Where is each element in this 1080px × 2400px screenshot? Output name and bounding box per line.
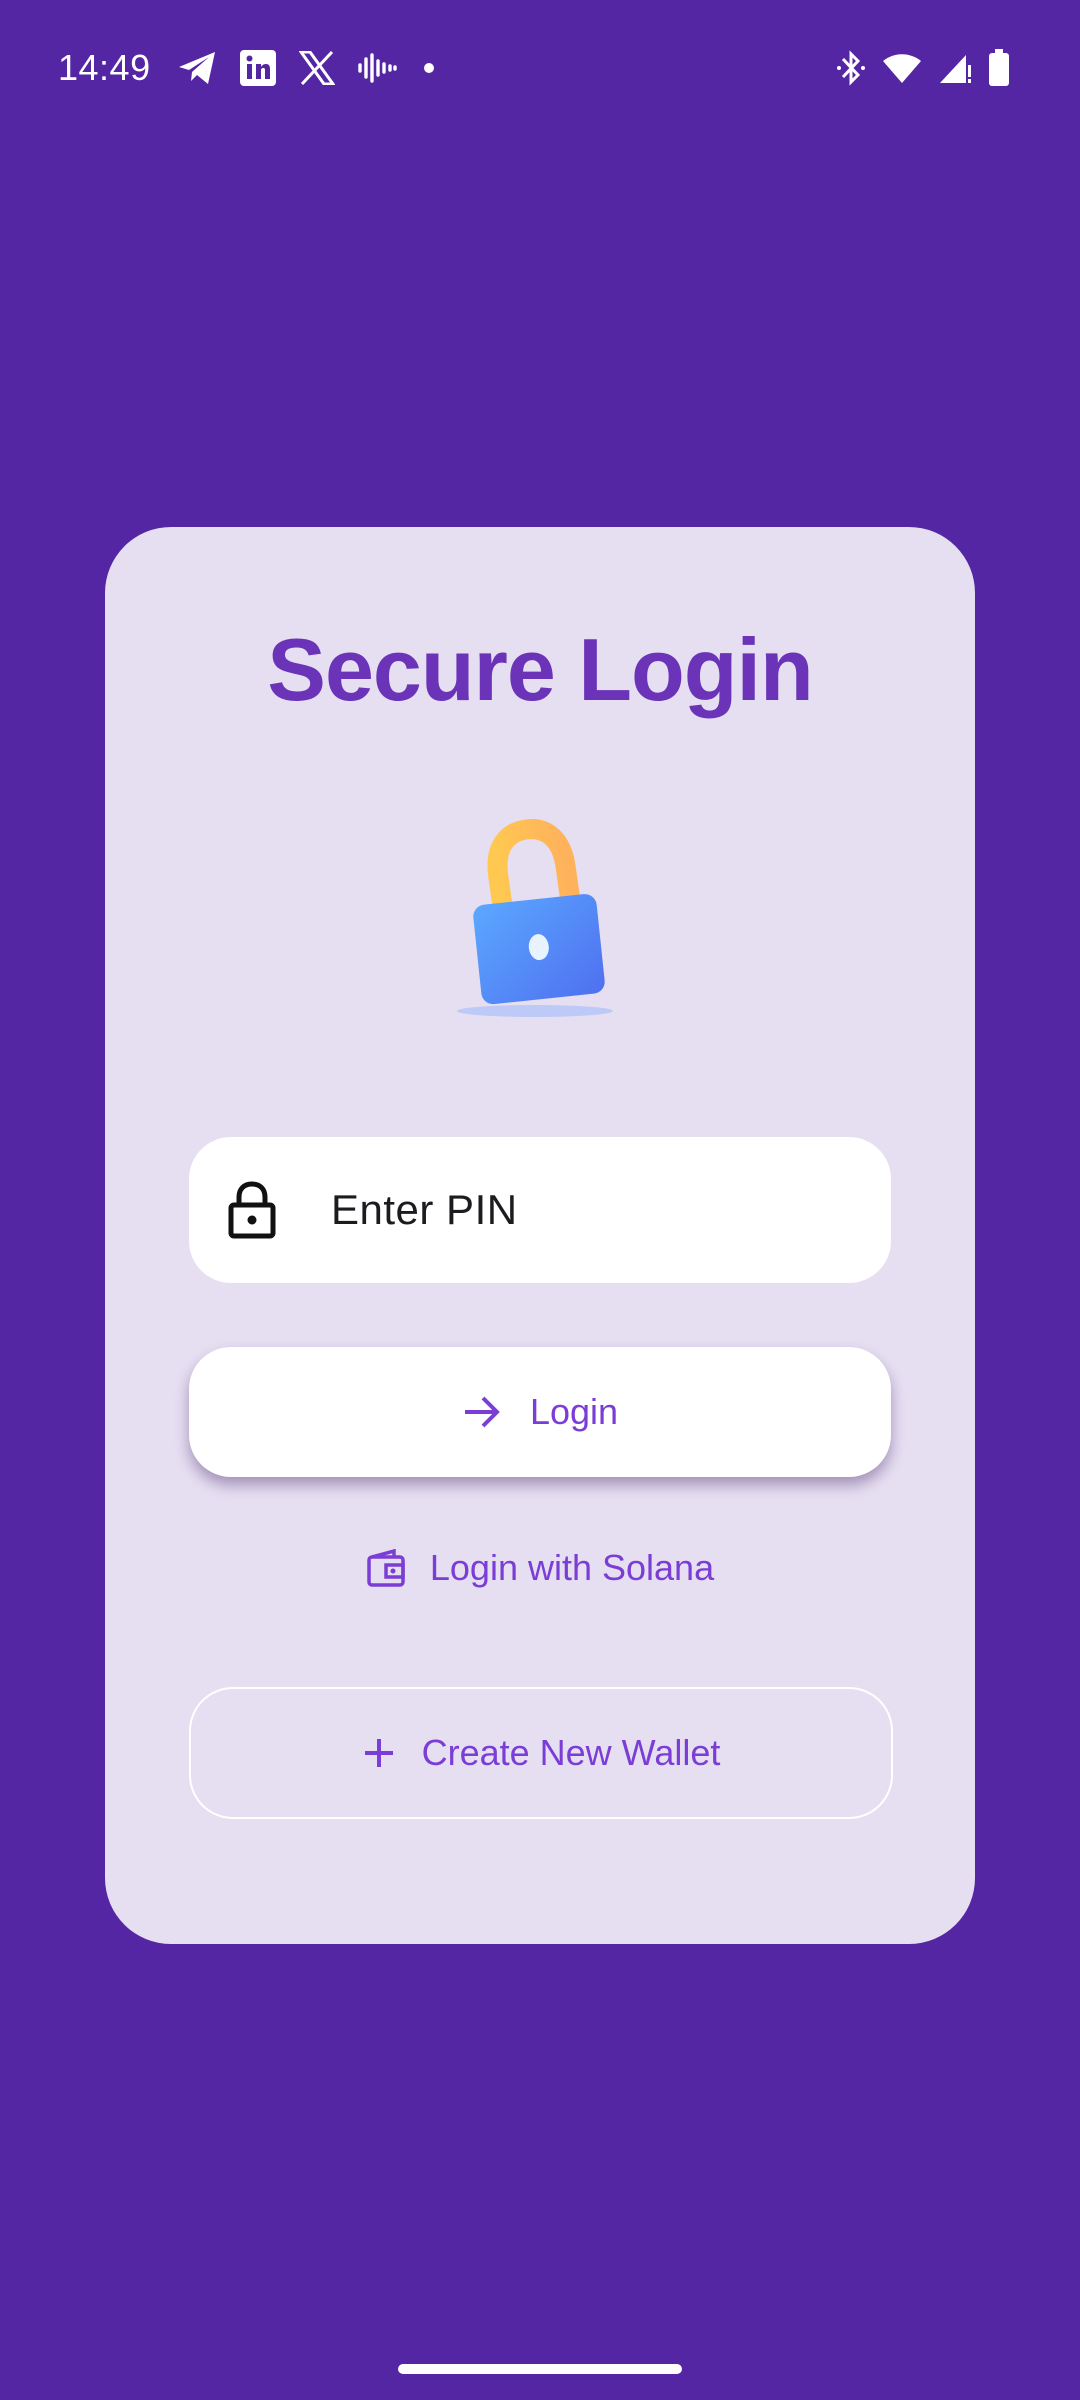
page-title: Secure Login: [267, 620, 813, 719]
status-bar: 14:49: [0, 0, 1080, 135]
pin-input[interactable]: Enter PIN: [189, 1137, 891, 1283]
padlock-illustration: [455, 819, 625, 1029]
signal-icon: [938, 51, 972, 85]
status-right: [836, 40, 1010, 96]
plus-icon: [362, 1736, 396, 1770]
lock-icon: [227, 1181, 277, 1239]
linkedin-icon: [239, 49, 277, 87]
status-time: 14:49: [58, 47, 151, 88]
create-wallet-label: Create New Wallet: [421, 1732, 721, 1773]
login-with-solana-button[interactable]: Login with Solana: [189, 1529, 891, 1607]
status-left: 14:49: [58, 40, 439, 96]
x-icon: [298, 51, 335, 85]
pin-placeholder: Enter PIN: [331, 1186, 518, 1233]
dot-icon: [419, 58, 439, 78]
battery-icon: [988, 49, 1010, 87]
podcast-icon: [357, 53, 397, 83]
login-button[interactable]: Login: [189, 1347, 891, 1477]
create-new-wallet-button[interactable]: Create New Wallet: [189, 1687, 893, 1819]
telegram-icon: [177, 50, 217, 86]
home-indicator[interactable]: [398, 2364, 682, 2374]
arrow-right-icon: [462, 1394, 502, 1430]
bluetooth-icon: [836, 49, 866, 87]
login-card: Secure Login Enter PIN Login Login with …: [105, 527, 975, 1944]
wifi-icon: [882, 52, 922, 84]
solana-link-label: Login with Solana: [429, 1547, 715, 1588]
login-button-label: Login: [529, 1391, 619, 1432]
wallet-icon: [366, 1549, 406, 1587]
